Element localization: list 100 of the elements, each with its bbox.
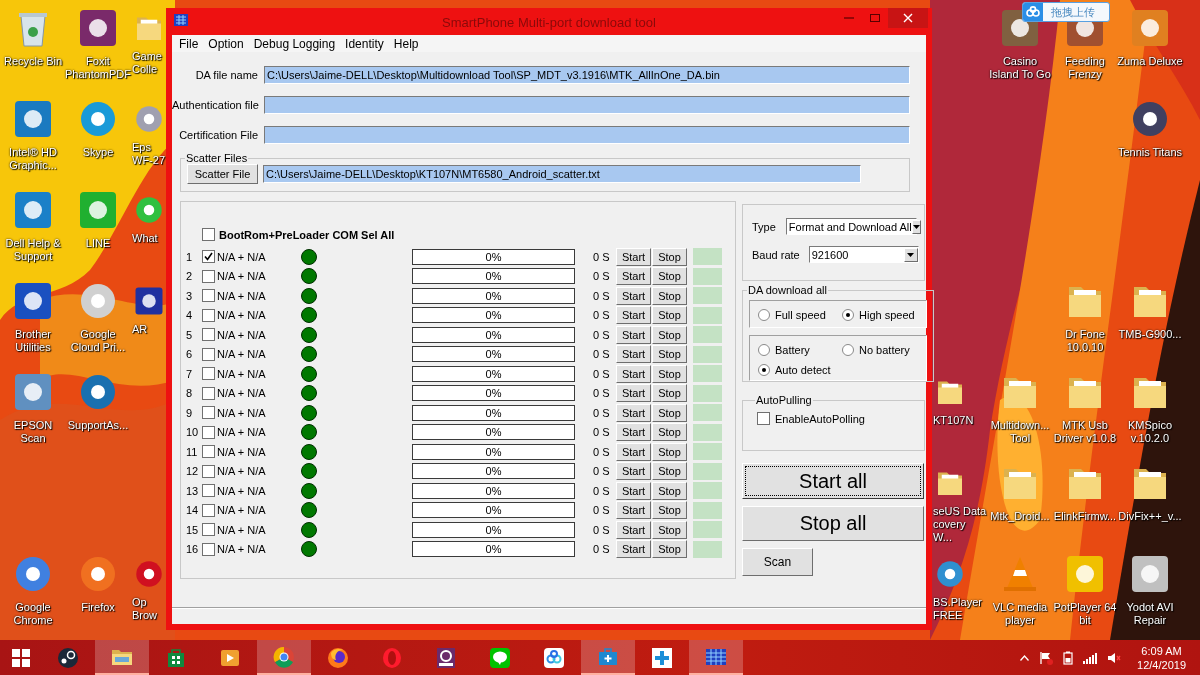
start-button[interactable]: Start xyxy=(616,423,651,442)
checkbox[interactable] xyxy=(202,308,215,322)
desktop-icon-label[interactable]: Brother Utilities xyxy=(0,328,66,354)
speaker-muted-icon[interactable] xyxy=(1107,651,1122,664)
stop-button[interactable]: Stop xyxy=(652,286,687,305)
battery-icon[interactable] xyxy=(1063,650,1074,665)
desktop-icon-label[interactable]: PotPlayer 64 bit xyxy=(1052,601,1118,627)
menu-item[interactable]: Option xyxy=(203,36,249,51)
stop-button[interactable]: Stop xyxy=(652,442,687,461)
stop-button[interactable]: Stop xyxy=(652,247,687,266)
desktop-icon-label[interactable]: MTK Usb Driver v1.0.8 xyxy=(1052,419,1118,445)
stop-button[interactable]: Stop xyxy=(652,306,687,325)
desktop-icon-label[interactable]: Casino Island To Go xyxy=(987,55,1053,81)
baud-rate-select[interactable]: 921600 xyxy=(808,246,919,263)
checkbox[interactable] xyxy=(202,503,215,517)
flag-icon[interactable] xyxy=(1039,650,1054,665)
checkbox[interactable] xyxy=(202,269,215,283)
checkbox[interactable] xyxy=(202,328,215,342)
checkbox[interactable] xyxy=(757,412,770,425)
start-button[interactable]: Start xyxy=(616,247,651,266)
checkbox[interactable] xyxy=(202,406,215,420)
desktop-icon-label[interactable]: What xyxy=(132,232,158,245)
stop-button[interactable]: Stop xyxy=(652,462,687,481)
desktop-icon-label[interactable]: EPSON Scan xyxy=(0,419,66,445)
radio-button[interactable] xyxy=(758,343,770,356)
checkbox[interactable] xyxy=(202,542,215,556)
action-button[interactable]: Start all xyxy=(742,463,924,499)
checkbox-label[interactable]: EnableAutoPolling xyxy=(775,412,865,425)
checkbox[interactable] xyxy=(202,367,215,381)
stop-button[interactable]: Stop xyxy=(652,384,687,403)
checkbox[interactable] xyxy=(202,386,215,400)
start-button[interactable]: Start xyxy=(616,306,651,325)
radio-button[interactable] xyxy=(842,343,854,356)
radio-button[interactable] xyxy=(758,363,770,376)
menu-item[interactable]: Help xyxy=(388,36,424,51)
app-icon[interactable] xyxy=(78,8,118,48)
stop-button[interactable]: Stop xyxy=(652,540,687,559)
radio-label[interactable]: Battery xyxy=(775,343,810,356)
menu-item[interactable]: Debug Logging xyxy=(248,36,341,51)
desktop-icon-label[interactable]: Op Brow xyxy=(132,596,166,622)
start-button[interactable]: Start xyxy=(616,481,651,500)
clock-time[interactable]: 6:09 AM xyxy=(1141,643,1182,658)
checkbox[interactable] xyxy=(202,228,215,241)
desktop-icon-label[interactable]: Yodot AVI Repair xyxy=(1117,601,1183,627)
desktop-icon-label[interactable]: SupportAs... xyxy=(67,419,129,432)
checkbox[interactable] xyxy=(202,464,215,478)
signal-icon[interactable] xyxy=(1083,651,1098,664)
app-icon[interactable] xyxy=(935,559,965,589)
radio-label[interactable]: High speed xyxy=(859,308,915,321)
radio-label[interactable]: Full speed xyxy=(775,308,826,321)
text-field[interactable] xyxy=(264,96,910,114)
stop-button[interactable]: Stop xyxy=(652,481,687,500)
start-button[interactable]: Start xyxy=(616,540,651,559)
desktop-icon-label[interactable]: BS.Player FREE xyxy=(933,596,987,622)
checkbox[interactable] xyxy=(202,347,215,361)
checkbox[interactable] xyxy=(202,425,215,439)
radio-label[interactable]: Auto detect xyxy=(775,363,831,376)
desktop-icon-label[interactable]: Tennis Titans xyxy=(1117,146,1183,159)
stop-button[interactable]: Stop xyxy=(652,423,687,442)
checkbox[interactable] xyxy=(202,484,215,498)
desktop-icon-label[interactable]: KT107N xyxy=(933,414,974,427)
menu-item[interactable]: File xyxy=(174,36,204,51)
start-button[interactable]: Start xyxy=(616,442,651,461)
text-field[interactable]: C:\Users\Jaime-DELL\Desktop\Multidownload Tool\SP_MDT_v3.1916\MTK_AllInOne_DA.bin xyxy=(264,66,910,84)
start-button[interactable]: Start xyxy=(616,403,651,422)
stop-button[interactable]: Stop xyxy=(652,364,687,383)
radio-button[interactable] xyxy=(842,308,854,321)
desktop-icon-label[interactable]: Zuma Deluxe xyxy=(1117,55,1183,68)
radio-button[interactable] xyxy=(758,308,770,321)
desktop-icon-label[interactable]: Firefox xyxy=(81,601,115,614)
stop-button[interactable]: Stop xyxy=(652,520,687,539)
dropdown-arrow-icon[interactable] xyxy=(907,252,915,257)
text-field[interactable]: C:\Users\Jaime-DELL\Desktop\KT107N\MT6580_Android_scatter.txt xyxy=(263,165,861,183)
clock-date[interactable]: 12/4/2019 xyxy=(1137,657,1186,672)
start-button[interactable]: Start xyxy=(616,345,651,364)
stop-button[interactable]: Stop xyxy=(652,345,687,364)
checkbox[interactable] xyxy=(202,289,215,303)
stop-button[interactable]: Stop xyxy=(652,501,687,520)
start-button[interactable]: Start xyxy=(616,462,651,481)
desktop-icon-label[interactable]: Google Chrome xyxy=(0,601,66,627)
radio-label[interactable]: No battery xyxy=(859,343,910,356)
app-icon[interactable] xyxy=(1130,99,1170,139)
action-button[interactable]: Stop all xyxy=(742,506,924,541)
desktop-icon-label[interactable]: seUS Data covery W... xyxy=(933,505,987,544)
menu-item[interactable]: Identity xyxy=(340,36,389,51)
text-field[interactable] xyxy=(264,126,910,144)
app-icon[interactable] xyxy=(1130,554,1170,594)
stop-button[interactable]: Stop xyxy=(652,325,687,344)
start-button[interactable]: Start xyxy=(616,501,651,520)
checkbox[interactable] xyxy=(202,250,215,264)
stop-button[interactable]: Stop xyxy=(652,267,687,286)
taskbar-button[interactable] xyxy=(689,640,743,675)
checkbox[interactable] xyxy=(202,523,215,537)
start-button[interactable]: Start xyxy=(616,267,651,286)
start-button[interactable]: Start xyxy=(616,325,651,344)
checkbox[interactable] xyxy=(202,445,215,459)
start-button[interactable]: Start xyxy=(616,286,651,305)
start-button[interactable]: Start xyxy=(616,520,651,539)
dropdown-arrow-icon[interactable] xyxy=(912,224,920,229)
stop-button[interactable]: Stop xyxy=(652,403,687,422)
